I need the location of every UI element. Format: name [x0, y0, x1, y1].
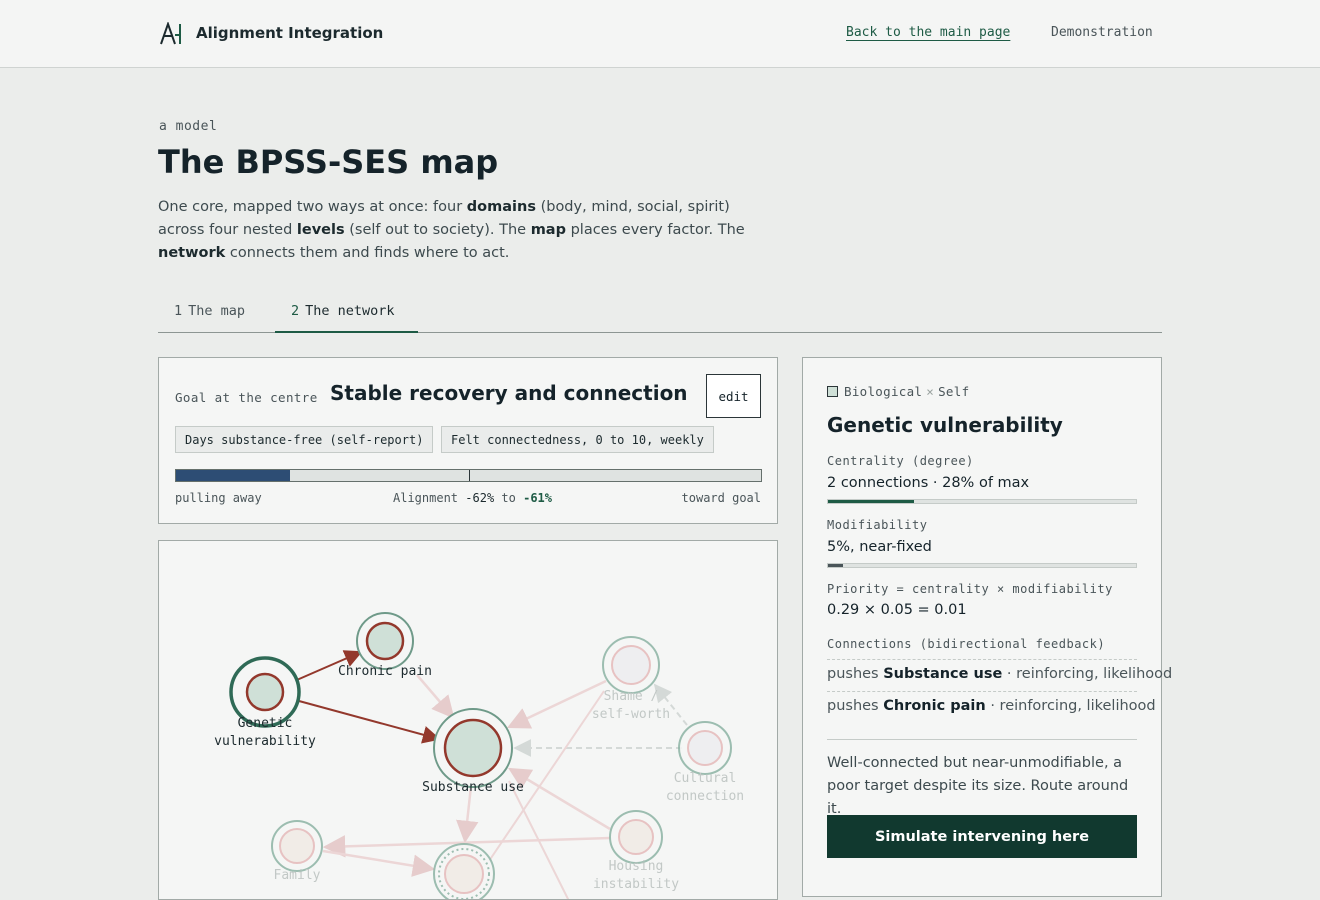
- alignment-to-word: to: [501, 491, 516, 505]
- goal-title: Stable recovery and connection: [330, 381, 688, 405]
- node-label: Chronic pain: [338, 664, 432, 679]
- modifiability-value: 5%, near-fixed: [827, 539, 932, 555]
- edge-housing-substance: [508, 767, 611, 831]
- separator: ×: [926, 384, 935, 399]
- domain-swatch-icon: [827, 386, 838, 397]
- tab-number: 1: [174, 303, 183, 319]
- node-title: Genetic vulnerability: [827, 413, 1063, 437]
- tab-label: The network: [305, 303, 395, 319]
- tab-number: 2: [291, 303, 300, 319]
- edge-family-centre: [322, 849, 436, 877]
- lead-text: connects them and finds where to act.: [225, 245, 510, 261]
- priority-label: Priority = centrality × modifiability: [827, 582, 1113, 596]
- lead-text: One core, mapped two ways at once: four: [158, 199, 467, 215]
- nav-back-link[interactable]: Back to the main page: [846, 25, 1010, 40]
- modifiability-bar: [827, 563, 1137, 568]
- node-classification: Biological × Self: [827, 384, 969, 399]
- scale-right-label: toward goal: [681, 491, 761, 505]
- network-node-centre[interactable]: [433, 843, 495, 900]
- scale-left-label: pulling away: [175, 491, 262, 505]
- alignment-bar: [175, 469, 762, 482]
- tab-the-network[interactable]: 2 The network: [275, 296, 418, 333]
- node-label: instability: [593, 877, 679, 892]
- alignment-bar-midpoint: [468, 470, 470, 481]
- modifiability-bar-fill: [828, 564, 844, 567]
- view-tabs: 1 The map 2 The network: [158, 296, 1162, 333]
- priority-value: 0.29 × 0.05 = 0.01: [827, 602, 967, 618]
- alignment-to: -61%: [523, 491, 552, 505]
- connection-target: Substance use: [883, 666, 1003, 682]
- alignment-from: -62%: [465, 491, 495, 505]
- centrality-value: 2 connections · 28% of max: [827, 475, 1030, 491]
- intro-paragraph: One core, mapped two ways at once: four …: [158, 196, 768, 265]
- nav-demonstration-link[interactable]: Demonstration: [1051, 25, 1153, 40]
- connections-label: Connections (bidirectional feedback): [827, 637, 1106, 651]
- network-node-substance-use[interactable]: Substance use: [422, 708, 524, 795]
- section-eyebrow: a model: [159, 119, 218, 134]
- lead-text: places every factor. The: [565, 222, 745, 238]
- tab-label: The map: [188, 303, 246, 319]
- node-label: Family: [274, 868, 321, 883]
- network-node-shame-self-worth[interactable]: Shame / self-worth: [592, 636, 670, 722]
- centrality-bar: [827, 499, 1137, 504]
- simulate-intervention-button[interactable]: Simulate intervening here: [827, 815, 1137, 858]
- node-label: connection: [666, 789, 744, 804]
- lead-term-levels: levels: [296, 222, 345, 238]
- connection-verb: pushes: [827, 666, 879, 682]
- panel-divider: [827, 739, 1137, 740]
- node-label: Housing: [609, 859, 664, 874]
- node-label: Genetic: [238, 716, 293, 731]
- modifiability-label: Modifiability: [827, 518, 928, 532]
- lead-term-map: map: [530, 222, 566, 238]
- alignment-bar-fill: [176, 470, 291, 481]
- node-label: Shame /: [604, 689, 659, 704]
- node-level: Self: [938, 384, 970, 399]
- lead-term-domains: domains: [466, 199, 536, 215]
- node-label: vulnerability: [214, 734, 316, 749]
- node-note: Well-connected but near-unmodifiable, a …: [827, 755, 1129, 817]
- centrality-bar-fill: [828, 500, 915, 503]
- edge-pain-substance: [416, 674, 455, 719]
- network-node-chronic-pain[interactable]: Chronic pain: [338, 612, 432, 679]
- edge-genetic-substance: [298, 700, 441, 744]
- alignment-readout: Alignment -62% to -61%: [393, 491, 552, 505]
- page-title: The BPSS-SES map: [158, 143, 499, 181]
- connection-verb: pushes: [827, 698, 879, 714]
- node-label: Substance use: [422, 780, 524, 795]
- network-node-family[interactable]: Family: [271, 820, 323, 883]
- network-node-genetic-vulnerability[interactable]: Genetic vulnerability: [214, 656, 316, 749]
- network-graph[interactable]: Genetic vulnerability Chronic pain Subst…: [158, 540, 778, 900]
- tab-the-map[interactable]: 1 The map: [158, 296, 268, 332]
- connection-detail: · reinforcing, likelihood: [985, 698, 1156, 714]
- edit-goal-button[interactable]: edit: [706, 374, 761, 418]
- alignment-label: Alignment: [393, 491, 459, 505]
- node-detail-panel: Biological × Self Genetic vulnerability Ce…: [802, 357, 1172, 897]
- brand-name[interactable]: Alignment Integration: [196, 24, 383, 42]
- node-domain: Biological: [844, 384, 923, 399]
- goal-card: Goal at the centre Stable recovery and c…: [158, 357, 778, 524]
- connection-item[interactable]: pushes Substance use · reinforcing, like…: [827, 659, 1172, 691]
- lead-text: (self out to society). The: [344, 222, 531, 238]
- top-bar: Alignment Integration Back to the main p…: [0, 0, 1320, 68]
- goal-label: Goal at the centre: [175, 390, 318, 405]
- edge-shame-centre: [488, 690, 605, 862]
- connection-target: Chronic pain: [883, 698, 986, 714]
- node-label: Cultural: [674, 771, 737, 786]
- lead-term-network: network: [158, 245, 226, 261]
- brand-logo-icon: [160, 22, 181, 45]
- centrality-label: Centrality (degree): [827, 454, 974, 468]
- network-node-cultural-connection[interactable]: Cultural connection: [666, 721, 744, 804]
- goal-measure-chip[interactable]: Days substance-free (self-report): [175, 426, 434, 453]
- connection-detail: · reinforcing, likelihood: [1002, 666, 1173, 682]
- connection-item[interactable]: pushes Chronic pain · reinforcing, likel…: [827, 691, 1156, 723]
- node-label: self-worth: [592, 707, 670, 722]
- goal-measure-chip[interactable]: Felt connectedness, 0 to 10, weekly: [441, 426, 714, 453]
- network-graph-canvas[interactable]: Genetic vulnerability Chronic pain Subst…: [159, 541, 778, 900]
